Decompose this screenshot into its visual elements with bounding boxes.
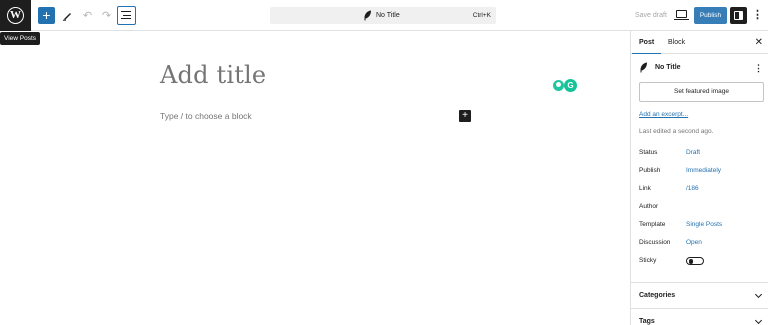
- add-block-button[interactable]: +: [38, 7, 55, 24]
- feather-icon: [364, 10, 371, 21]
- meta-label: Link: [639, 185, 651, 192]
- categories-panel-toggle[interactable]: Categories: [631, 282, 768, 308]
- redo-button[interactable]: ↷: [98, 7, 115, 24]
- sidebar-tabs: Post Block ✕: [631, 31, 768, 54]
- undo-button[interactable]: ↶: [79, 7, 96, 24]
- more-vertical-icon[interactable]: ⋮: [752, 7, 763, 24]
- chevron-down-icon: [754, 316, 763, 325]
- pen-tool-icon: [62, 12, 71, 21]
- set-featured-image-button[interactable]: Set featured image: [639, 82, 764, 102]
- permalink-link[interactable]: /186: [686, 184, 699, 194]
- meta-label: Author: [639, 203, 659, 210]
- publish-date-link[interactable]: Immediately: [686, 166, 721, 176]
- tools-button[interactable]: [58, 7, 75, 24]
- view-posts-tooltip: View Posts: [0, 32, 41, 45]
- tab-block[interactable]: Block: [668, 31, 685, 54]
- sidebar-settings-icon: [734, 11, 743, 20]
- chevron-down-icon: [754, 290, 763, 299]
- post-actions-menu-icon[interactable]: ⋮: [754, 62, 763, 74]
- sticky-toggle[interactable]: [686, 257, 704, 265]
- status-value-link[interactable]: Draft: [686, 148, 700, 158]
- meta-label: Discussion: [639, 239, 671, 246]
- settings-sidebar: Post Block ✕ No Title ⋮ Set featured ima…: [630, 31, 768, 325]
- meta-label: Publish: [639, 167, 661, 174]
- undo-icon: ↶: [82, 10, 93, 22]
- post-summary-header: No Title ⋮: [639, 62, 763, 74]
- wordpress-logo-button[interactable]: W: [0, 0, 31, 31]
- meta-label: Status: [639, 149, 658, 156]
- feather-icon: [640, 62, 647, 73]
- publish-button[interactable]: Publish: [694, 7, 727, 24]
- desktop-preview-icon[interactable]: [674, 10, 689, 20]
- tab-post[interactable]: Post: [631, 31, 662, 54]
- panel-title: Categories: [639, 292, 676, 299]
- meta-label: Sticky: [639, 257, 657, 264]
- post-title-input[interactable]: Add title: [160, 61, 266, 89]
- close-icon[interactable]: ✕: [755, 31, 763, 54]
- meta-row-sticky: Sticky: [639, 256, 763, 266]
- template-link[interactable]: Single Posts: [686, 220, 722, 230]
- last-edited-text: Last edited a second ago.: [639, 128, 714, 135]
- meta-row-template: Template Single Posts: [639, 220, 763, 230]
- document-overview-button[interactable]: [117, 6, 136, 25]
- meta-label: Template: [639, 221, 666, 228]
- grammarly-icon[interactable]: G: [564, 79, 577, 92]
- discussion-link[interactable]: Open: [686, 238, 702, 248]
- location-pin-icon[interactable]: [553, 80, 564, 91]
- save-draft-button[interactable]: Save draft: [635, 0, 667, 31]
- sidebar-settings-button[interactable]: [730, 7, 747, 24]
- meta-row-link: Link /186: [639, 184, 763, 194]
- meta-row-publish: Publish Immediately: [639, 166, 763, 176]
- editor-canvas[interactable]: Add title Type / to choose a block + G: [0, 31, 630, 325]
- meta-row-author: Author: [639, 202, 763, 212]
- command-palette-button[interactable]: No Title Ctrl+K: [270, 7, 496, 24]
- redo-icon: ↷: [101, 10, 112, 22]
- command-palette-title: No Title: [376, 12, 400, 19]
- default-block-appender[interactable]: Type / to choose a block: [160, 111, 252, 121]
- post-card-title: No Title: [655, 64, 681, 71]
- inline-add-block-button[interactable]: +: [459, 110, 471, 122]
- panel-title: Tags: [639, 318, 655, 325]
- tags-panel-toggle[interactable]: Tags: [631, 308, 768, 325]
- wordpress-icon: W: [7, 7, 24, 24]
- add-excerpt-link[interactable]: Add an excerpt...: [639, 111, 688, 118]
- command-palette-shortcut: Ctrl+K: [472, 12, 491, 19]
- editor-header: W + ↶ ↷ No Title Ctrl+K Save draft Publi…: [0, 0, 768, 31]
- meta-row-discussion: Discussion Open: [639, 238, 763, 248]
- meta-row-status: Status Draft: [639, 148, 763, 158]
